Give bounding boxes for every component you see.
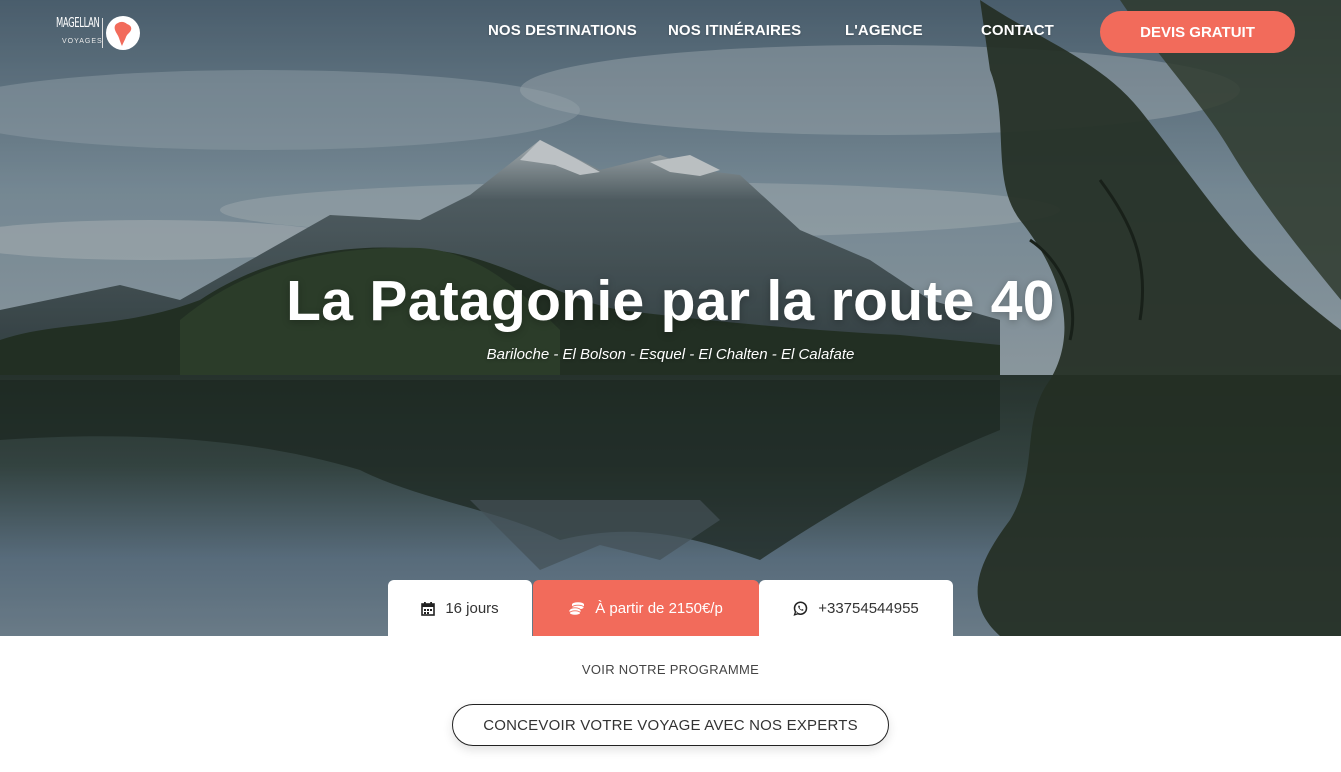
- route-stops-subtitle: Bariloche - El Bolson - Esquel - El Chal…: [486, 346, 855, 363]
- south-america-map-icon: [106, 16, 140, 50]
- nav-contact[interactable]: CONTACT: [981, 22, 1054, 39]
- brand-logo[interactable]: MAGELLAN VOYAGES: [56, 14, 146, 52]
- whatsapp-icon: [793, 600, 808, 616]
- page-title: La Patagonie par la route 40: [286, 269, 1055, 333]
- price-card: À partir de 2150€/p: [533, 580, 759, 636]
- nav-agence[interactable]: L'AGENCE: [845, 22, 923, 39]
- price-value: À partir de 2150€/p: [595, 599, 723, 617]
- phone-card[interactable]: +33754544955: [759, 580, 953, 636]
- design-trip-button[interactable]: CONCEVOIR VOTRE VOYAGE AVEC NOS EXPERTS: [452, 704, 889, 746]
- calendar-icon: [421, 601, 436, 616]
- logo-divider: [102, 18, 103, 48]
- free-quote-button[interactable]: DEVIS GRATUIT: [1100, 11, 1295, 53]
- logo-subtitle: VOYAGES: [62, 38, 103, 45]
- nav-destinations[interactable]: NOS DESTINATIONS: [488, 22, 637, 39]
- duration-card: 16 jours: [388, 580, 532, 636]
- duration-value: 16 jours: [445, 599, 499, 617]
- phone-number[interactable]: +33754544955: [818, 600, 919, 617]
- logo-wordmark: MAGELLAN: [56, 16, 100, 31]
- view-programme-link[interactable]: VOIR NOTRE PROGRAMME: [0, 662, 1341, 677]
- coins-icon: [569, 601, 585, 616]
- nav-itineraires[interactable]: NOS ITINÉRAIRES: [668, 22, 801, 39]
